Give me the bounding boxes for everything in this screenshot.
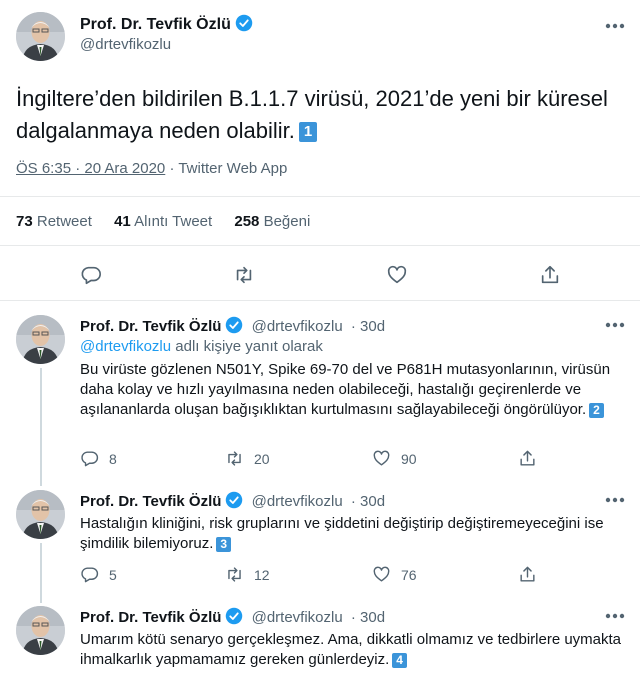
reply-age[interactable]: · 30d (351, 609, 385, 626)
reply-icon[interactable] (74, 258, 108, 292)
replying-to: @drtevfikozlu adlı kişiye yanıt olarak (80, 338, 323, 355)
thread-connector (40, 543, 42, 603)
quotes-count: 41 (114, 213, 131, 230)
retweet-count: 12 (254, 566, 270, 583)
retweets-label: Retweet (36, 213, 92, 230)
more-options-icon[interactable] (604, 22, 626, 30)
reply-count: 5 (109, 566, 117, 583)
reply-count: 8 (109, 450, 117, 467)
reply-icon (81, 567, 99, 583)
thread-number-badge: 4 (392, 653, 407, 668)
avatar[interactable] (16, 606, 65, 655)
retweet-button[interactable]: 12 (225, 565, 270, 584)
retweet-icon (228, 451, 241, 466)
likes-count: 258 (234, 213, 260, 230)
reply-icon (81, 451, 99, 467)
author-handle[interactable]: @drtevfikozlu (252, 609, 343, 626)
reply-text: Hastalığın kliniğini, risk gruplarını ve… (80, 514, 625, 554)
share-icon[interactable] (533, 258, 567, 292)
reply-text: Umarım kötü senaryo gerçekleşmez. Ama, d… (80, 630, 625, 670)
like-icon (373, 450, 390, 466)
divider (0, 300, 640, 301)
share-icon (520, 566, 535, 582)
reply-header: Prof. Dr. Tevfik Özlü @drtevfikozlu · 30… (80, 491, 385, 510)
author-handle[interactable]: @drtevfikozlu (252, 318, 343, 335)
replying-to-label: adlı kişiye yanıt olarak (175, 338, 323, 355)
like-button[interactable]: 76 (372, 565, 417, 584)
like-icon[interactable] (380, 258, 414, 292)
quotes-label: Alıntı Tweet (134, 213, 213, 230)
reply-text-body: Hastalığın kliniğini, risk gruplarını ve… (80, 515, 604, 552)
tweet-source: · Twitter Web App (169, 160, 288, 177)
likes-label: Beğeni (263, 213, 311, 230)
verified-badge-icon (225, 491, 243, 509)
author-name-text[interactable]: Prof. Dr. Tevfik Özlü (80, 16, 231, 33)
avatar[interactable] (16, 12, 65, 61)
share-button[interactable] (518, 565, 547, 584)
like-count: 90 (401, 450, 417, 467)
more-options-icon[interactable] (604, 321, 626, 329)
quotes-stat[interactable]: 41 Alıntı Tweet (114, 213, 212, 230)
divider (0, 245, 640, 246)
author-handle[interactable]: @drtevfikozlu (252, 493, 343, 510)
tweet-actions (0, 258, 640, 292)
reply-button[interactable]: 5 (80, 565, 117, 584)
tweet-timestamp-link[interactable]: ÖS 6:35 · 20 Ara 2020 (16, 160, 165, 177)
reply-age[interactable]: · 30d (351, 493, 385, 510)
avatar[interactable] (16, 490, 65, 539)
verified-badge-icon (235, 14, 253, 32)
reply-age[interactable]: · 30d (351, 318, 385, 335)
retweet-button[interactable]: 20 (225, 449, 270, 468)
verified-badge-icon (225, 607, 243, 625)
author-handle[interactable]: @drtevfikozlu (80, 36, 171, 53)
more-options-icon[interactable] (604, 612, 626, 620)
author-name[interactable]: Prof. Dr. Tevfik Özlü (80, 493, 221, 510)
author-name[interactable]: Prof. Dr. Tevfik Özlü (80, 609, 221, 626)
tweet-meta: ÖS 6:35 · 20 Ara 2020 · Twitter Web App (16, 160, 287, 177)
retweet-icon[interactable] (227, 258, 261, 292)
verified-badge-icon (225, 316, 243, 334)
author-name[interactable]: Prof. Dr. Tevfik Özlü (80, 318, 221, 335)
retweet-count: 20 (254, 450, 270, 467)
like-icon (373, 566, 390, 582)
tweet-text: İngiltere’den bildirilen B.1.1.7 virüsü,… (16, 83, 616, 147)
thread-number-badge: 3 (216, 537, 232, 552)
tweet-stats: 73 Retweet 41 Alıntı Tweet 258 Beğeni (16, 213, 328, 230)
retweet-icon (228, 567, 241, 582)
retweets-count: 73 (16, 213, 33, 230)
avatar[interactable] (16, 315, 65, 364)
share-icon (520, 450, 535, 466)
divider (0, 196, 640, 197)
thread-number-badge: 2 (589, 403, 604, 418)
replying-to-handle[interactable]: @drtevfikozlu (80, 338, 171, 355)
reply-actions: 5 12 76 (80, 565, 540, 587)
like-count: 76 (401, 566, 417, 583)
author-name[interactable]: Prof. Dr. Tevfik Özlü (80, 14, 253, 34)
reply-header: Prof. Dr. Tevfik Özlü @drtevfikozlu · 30… (80, 316, 385, 335)
reply-actions: 8 20 90 (80, 449, 540, 471)
reply-header: Prof. Dr. Tevfik Özlü @drtevfikozlu · 30… (80, 607, 385, 626)
share-button[interactable] (518, 449, 547, 468)
reply-button[interactable]: 8 (80, 449, 117, 468)
thread-connector (40, 368, 42, 486)
thread-number-badge: 1 (298, 122, 318, 142)
reply-text: Bu virüste gözlenen N501Y, Spike 69-70 d… (80, 360, 625, 420)
reply-text-body: Umarım kötü senaryo gerçekleşmez. Ama, d… (80, 631, 622, 668)
retweets-stat[interactable]: 73 Retweet (16, 213, 92, 230)
reply-text-body: Bu virüste gözlenen N501Y, Spike 69-70 d… (80, 361, 611, 418)
like-button[interactable]: 90 (372, 449, 417, 468)
more-options-icon[interactable] (604, 496, 626, 504)
likes-stat[interactable]: 258 Beğeni (234, 213, 310, 230)
